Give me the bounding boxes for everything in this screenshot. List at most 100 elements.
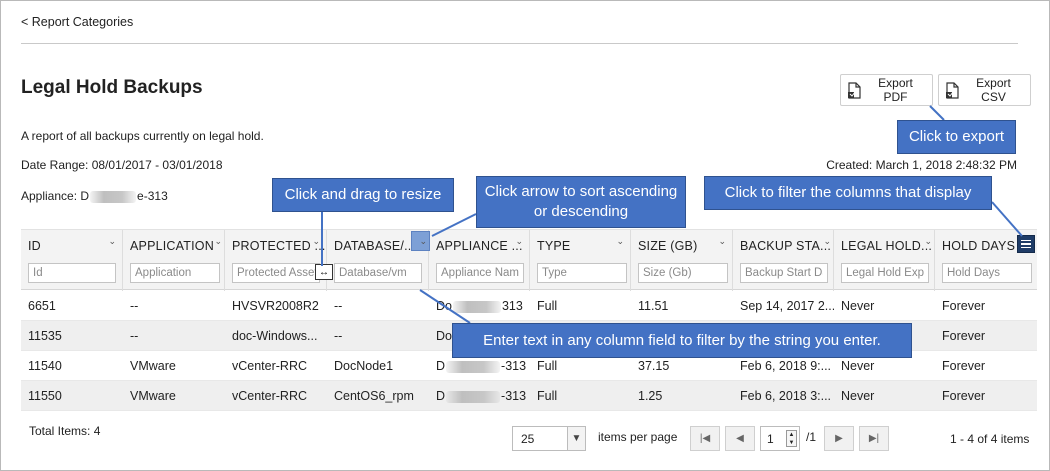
cell-backup-start: Feb 6, 2018 3:... (740, 389, 832, 403)
column-header-backup-start[interactable]: BACKUP STA... ⌄ (733, 230, 834, 291)
sort-arrow-icon[interactable]: ⌄ (616, 236, 624, 247)
cell-appliance: D -313 (429, 381, 530, 411)
export-csv-label: Export CSV (976, 76, 1011, 104)
cell-type: Full (537, 299, 558, 313)
column-header-size[interactable]: SIZE (GB) ⌄ (631, 230, 733, 291)
sort-arrow-icon[interactable]: ⌄ (214, 236, 222, 247)
chevron-down-icon[interactable]: ▼ (567, 427, 585, 450)
sort-arrow-icon[interactable]: ⌄ (419, 236, 427, 247)
divider (21, 43, 1018, 44)
export-document-icon (847, 81, 862, 99)
export-document-icon (945, 81, 960, 99)
previous-page-icon: ◀ (736, 433, 744, 444)
page-size-select[interactable]: 25 ▼ (512, 426, 586, 451)
column-resize-icon[interactable]: ↔ (315, 264, 333, 280)
last-page-icon: ▶| (868, 433, 880, 444)
export-pdf-button[interactable]: Export PDF (840, 74, 933, 106)
filter-input-hold-days[interactable] (942, 263, 1032, 283)
sort-arrow-icon[interactable]: ⌄ (108, 236, 116, 247)
filter-input-legal-hold[interactable] (841, 263, 929, 283)
page-count-label: 1 - 4 of 4 items (950, 432, 1030, 446)
cell-database: -- (334, 329, 343, 343)
column-header-type[interactable]: TYPE ⌄ (530, 230, 631, 291)
filter-input-appliance[interactable] (436, 263, 524, 283)
cell-id: 11540 (28, 359, 62, 373)
callout-sort: Click arrow to sort ascending or descend… (476, 176, 686, 228)
cell-legal-hold: Never (841, 389, 875, 403)
cell-hold-days: Forever (942, 359, 986, 373)
items-per-page-label: items per page (598, 430, 678, 444)
cell-database: -- (334, 299, 343, 313)
callout-filter-text: Enter text in any column field to filter… (452, 323, 912, 358)
column-title: TYPE (537, 239, 571, 253)
cell-protected: HVSVR2008R2 (232, 299, 319, 313)
back-to-report-categories-link[interactable]: < Report Categories (21, 15, 133, 29)
sort-arrow-icon[interactable]: ⌄ (718, 236, 726, 247)
sort-arrow-icon[interactable]: ⌄ (823, 236, 831, 247)
column-header-protected[interactable]: PROTECTED ... ⌄ (225, 230, 327, 291)
appliance-prefix: D (436, 389, 446, 403)
appliance-prefix: Appliance: D (21, 189, 90, 203)
total-items: Total Items: 4 (29, 424, 101, 438)
column-title: LEGAL HOLD... (841, 239, 933, 253)
cell-application: VMware (130, 359, 176, 373)
appliance-suffix: -313 (501, 359, 527, 373)
page-title: Legal Hold Backups (21, 77, 203, 98)
cell-protected: doc-Windows... (232, 329, 318, 343)
export-csv-button[interactable]: Export CSV (938, 74, 1031, 106)
cell-hold-days: Forever (942, 329, 986, 343)
cell-size: 11.51 (638, 299, 669, 313)
last-page-button[interactable]: ▶| (859, 426, 889, 451)
sort-arrow-icon[interactable]: ⌄ (515, 236, 523, 247)
cell-appliance: Do 313 (429, 291, 530, 321)
appliance-suffix: 313 (501, 299, 523, 313)
column-header-database[interactable]: DATABASE/... ⌄ (327, 230, 430, 291)
appliance-suffix: e-313 (137, 189, 168, 203)
filter-input-id[interactable] (28, 263, 116, 283)
filter-input-backup-start[interactable] (740, 263, 828, 283)
cell-hold-days: Forever (942, 299, 986, 313)
page-spinner-icon[interactable]: ▲ ▼ (786, 430, 797, 447)
first-page-button[interactable]: |◀ (690, 426, 720, 451)
column-header-hold-days[interactable]: HOLD DAYS (935, 230, 1037, 291)
redacted-text (452, 300, 501, 313)
column-header-application[interactable]: APPLICATION ⌄ (123, 230, 225, 291)
column-header-appliance[interactable]: APPLIANCE ... ⌄ (429, 230, 530, 291)
filter-input-database[interactable] (334, 263, 422, 283)
redacted-text (90, 190, 137, 203)
cell-protected: vCenter-RRC (232, 359, 308, 373)
column-title: APPLICATION (130, 239, 214, 253)
column-title: BACKUP STA... (740, 239, 832, 253)
cell-hold-days: Forever (942, 389, 986, 403)
cell-id: 11550 (28, 389, 62, 403)
cell-size: 1.25 (638, 389, 663, 403)
redacted-text (446, 360, 501, 373)
filter-input-application[interactable] (130, 263, 220, 283)
report-description: A report of all backups currently on leg… (21, 129, 264, 143)
next-page-icon: ▶ (835, 433, 843, 444)
column-menu-icon[interactable] (1017, 235, 1035, 253)
column-header-id[interactable]: ID ⌄ (21, 230, 123, 291)
sort-arrow-icon[interactable]: ⌄ (924, 236, 932, 247)
callout-resize: Click and drag to resize (272, 178, 454, 212)
callout-filter-columns: Click to filter the columns that display (704, 176, 992, 210)
column-title: APPLIANCE ... (436, 239, 523, 253)
filter-input-protected[interactable] (232, 263, 320, 283)
filter-input-size[interactable] (638, 263, 728, 283)
current-page-input[interactable]: 1 ▲ ▼ (760, 426, 800, 451)
callout-export: Click to export (897, 120, 1016, 154)
column-header-legal-hold[interactable]: LEGAL HOLD... ⌄ (834, 230, 935, 291)
cell-database: CentOS6_rpm (334, 389, 414, 403)
appliance-label: Appliance: D e-313 (21, 189, 168, 203)
table-row[interactable]: 6651 -- HVSVR2008R2 -- Do 313 Full 11.51 … (21, 291, 1037, 321)
page-total: /1 (806, 430, 817, 444)
column-title: DATABASE/... (334, 239, 416, 253)
sort-arrow-icon[interactable]: ⌄ (312, 236, 320, 247)
table-row[interactable]: 11550 VMware vCenter-RRC CentOS6_rpm D -3… (21, 381, 1037, 411)
cell-application: -- (130, 299, 139, 313)
previous-page-button[interactable]: ◀ (725, 426, 755, 451)
cell-backup-start: Sep 14, 2017 2... (740, 299, 834, 313)
grid-header-row: ID ⌄ APPLICATION ⌄ PROTECTED ... ⌄ DATAB… (21, 229, 1037, 291)
next-page-button[interactable]: ▶ (824, 426, 854, 451)
filter-input-type[interactable] (537, 263, 627, 283)
